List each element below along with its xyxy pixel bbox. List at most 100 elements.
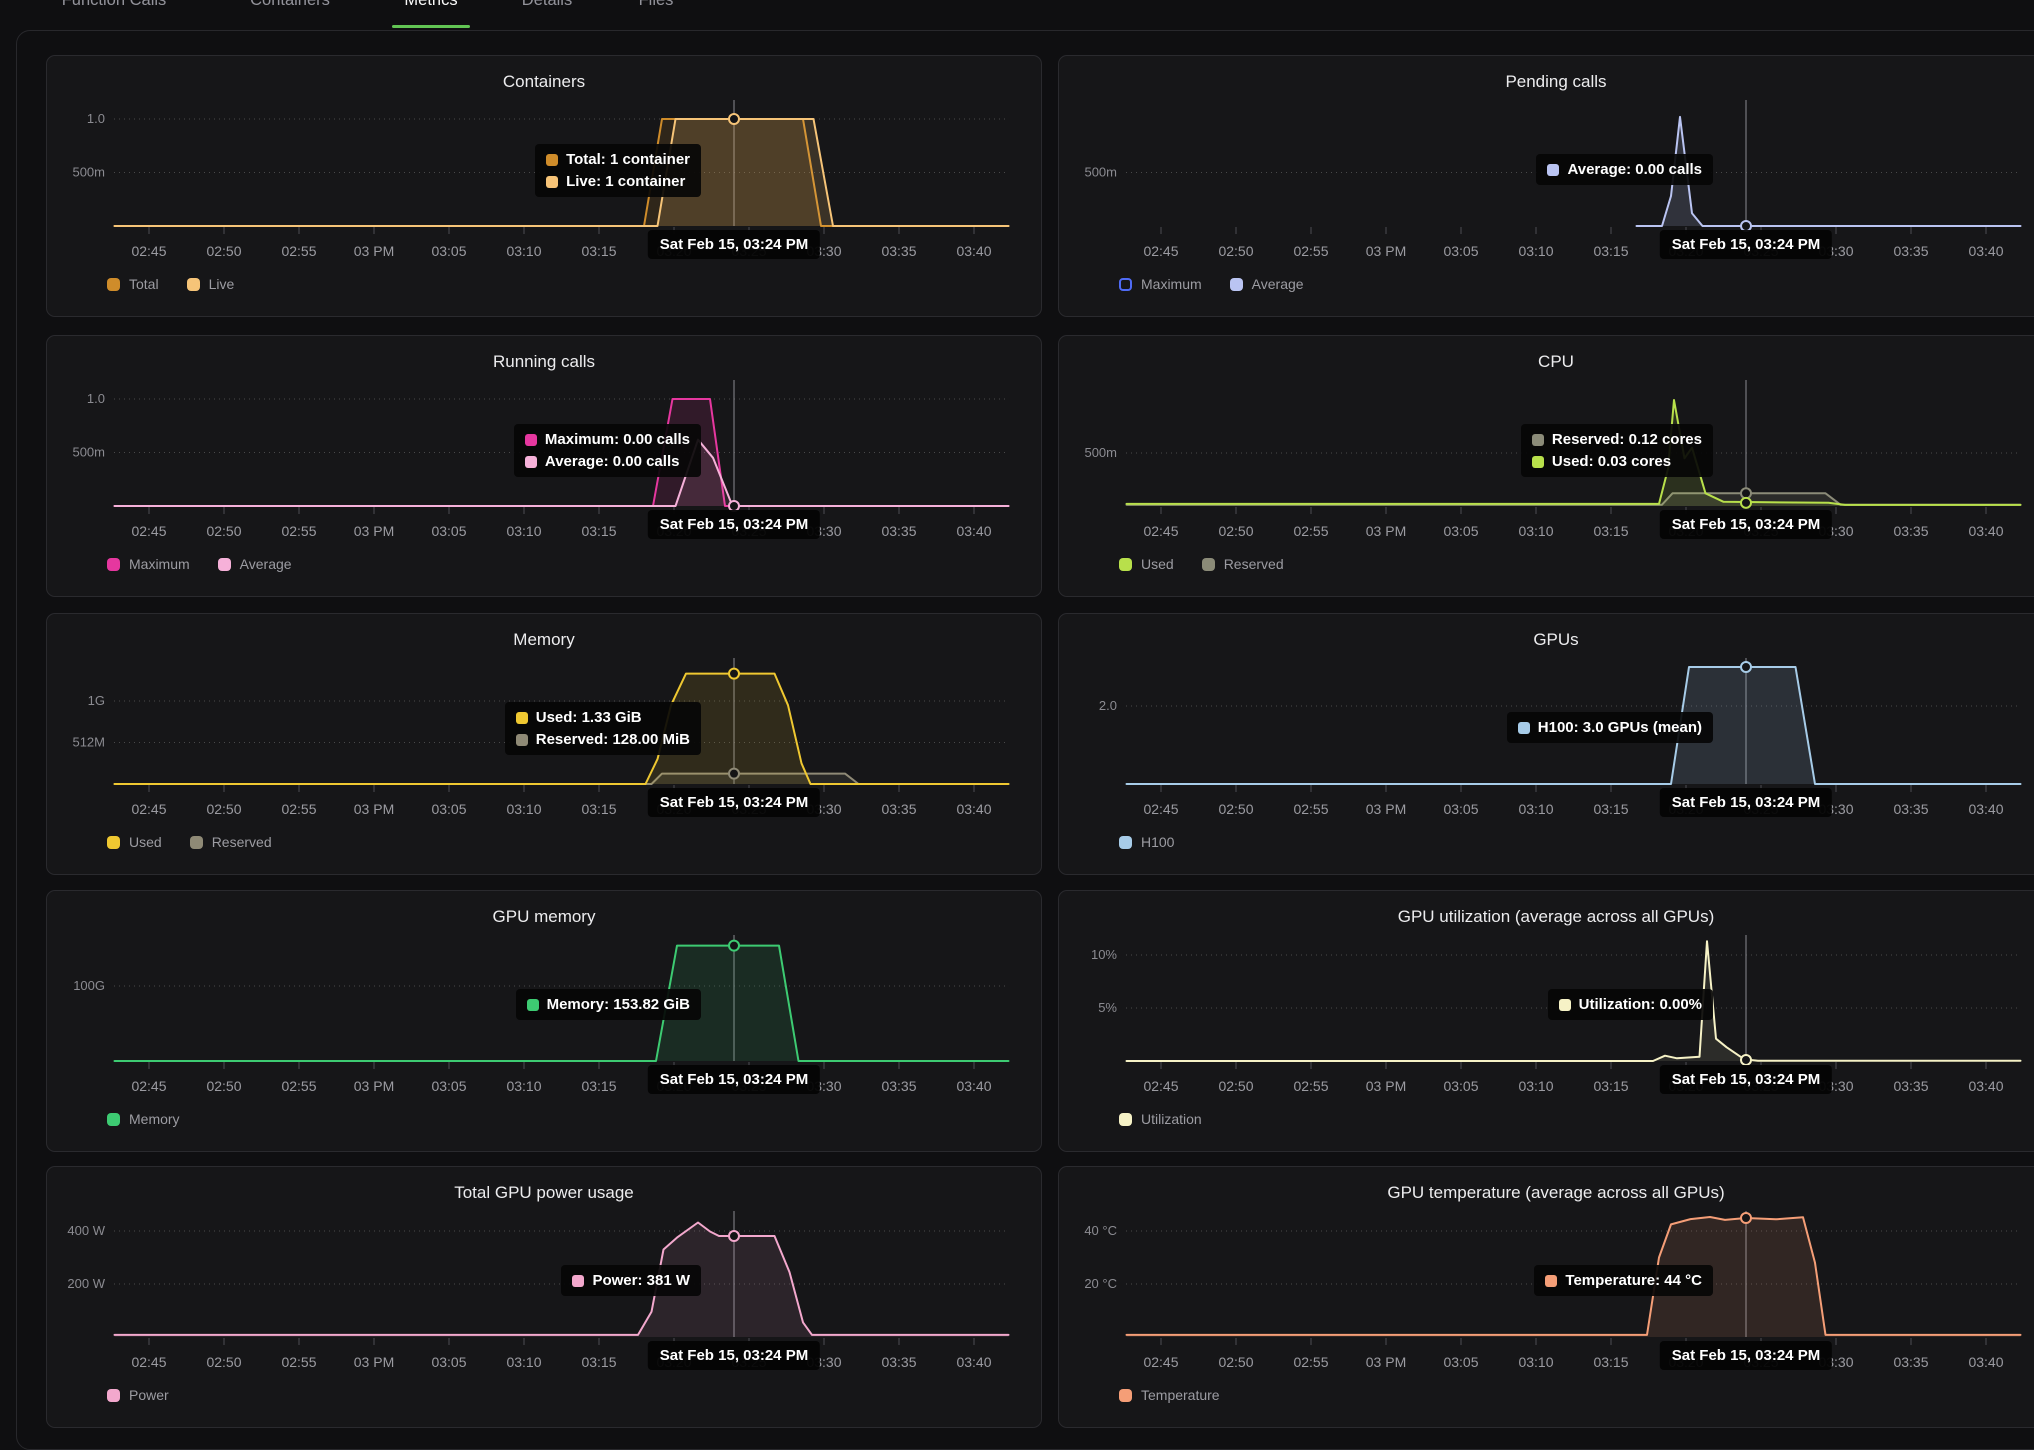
svg-text:03 PM: 03 PM xyxy=(354,1078,394,1094)
svg-text:02:45: 02:45 xyxy=(1143,1354,1178,1370)
legend-item[interactable]: Reserved xyxy=(190,834,272,850)
svg-text:03:05: 03:05 xyxy=(1443,1354,1478,1370)
chart-legend: Maximum Average xyxy=(1119,276,1304,292)
legend-item[interactable]: Utilization xyxy=(1119,1111,1202,1127)
series-swatch xyxy=(572,1275,584,1287)
legend-item[interactable]: Power xyxy=(107,1387,169,1403)
series-swatch xyxy=(546,176,558,188)
legend-item[interactable]: Memory xyxy=(107,1111,180,1127)
chart-tooltip: Memory: 153.82 GiB xyxy=(516,989,701,1020)
chart-tooltip: H100: 3.0 GPUs (mean) xyxy=(1507,712,1713,743)
svg-text:03:15: 03:15 xyxy=(581,523,616,539)
legend-label: Utilization xyxy=(1141,1111,1202,1127)
svg-text:500m: 500m xyxy=(1084,165,1117,180)
chart-tooltip: Used: 1.33 GiB Reserved: 128.00 MiB xyxy=(505,702,701,755)
tab-containers[interactable]: Containers xyxy=(250,0,330,10)
gpu-power-chart-canvas[interactable]: 400 W200 W02:4502:5002:5503 PM03:0503:10… xyxy=(47,1167,1042,1428)
chart-tooltip: Reserved: 0.12 cores Used: 0.03 cores xyxy=(1521,424,1713,477)
svg-text:500m: 500m xyxy=(72,165,105,180)
svg-text:02:50: 02:50 xyxy=(1218,1354,1253,1370)
svg-text:03:05: 03:05 xyxy=(431,1354,466,1370)
legend-item[interactable]: Average xyxy=(218,556,292,572)
tooltip-row: Memory: 153.82 GiB xyxy=(527,996,690,1013)
tab-files[interactable]: Files xyxy=(639,0,674,10)
chart-tooltip: Power: 381 W xyxy=(561,1265,701,1296)
tooltip-row: Reserved: 128.00 MiB xyxy=(516,731,690,748)
svg-text:02:45: 02:45 xyxy=(131,1078,166,1094)
legend-item[interactable]: Live xyxy=(187,276,235,292)
gpu-memory-chart-canvas[interactable]: 100G02:4502:5002:5503 PM03:0503:1003:150… xyxy=(47,891,1042,1152)
svg-text:03:40: 03:40 xyxy=(1968,1354,2003,1370)
legend-swatch xyxy=(218,558,231,571)
svg-text:03:15: 03:15 xyxy=(1593,523,1628,539)
svg-text:400 W: 400 W xyxy=(67,1223,105,1238)
svg-text:03:40: 03:40 xyxy=(956,801,991,817)
svg-text:03:05: 03:05 xyxy=(1443,801,1478,817)
tooltip-value: Live: 1 container xyxy=(566,173,685,190)
series-swatch xyxy=(1545,1275,1557,1287)
svg-text:02:55: 02:55 xyxy=(1293,523,1328,539)
svg-text:20 °C: 20 °C xyxy=(1084,1276,1117,1291)
legend-item[interactable]: Temperature xyxy=(1119,1387,1220,1403)
legend-swatch xyxy=(1119,278,1132,291)
tooltip-value: Used: 1.33 GiB xyxy=(536,709,642,726)
tooltip-value: Used: 0.03 cores xyxy=(1552,453,1671,470)
svg-text:02:55: 02:55 xyxy=(1293,243,1328,259)
tooltip-row: Live: 1 container xyxy=(546,173,690,190)
legend-item[interactable]: Total xyxy=(107,276,159,292)
svg-text:02:45: 02:45 xyxy=(1143,523,1178,539)
chart-tooltip: Total: 1 container Live: 1 container xyxy=(535,144,701,197)
legend-item[interactable]: Used xyxy=(107,834,162,850)
svg-text:200 W: 200 W xyxy=(67,1276,105,1291)
svg-text:03:35: 03:35 xyxy=(1893,523,1928,539)
legend-item[interactable]: Reserved xyxy=(1202,556,1284,572)
legend-item[interactable]: Average xyxy=(1230,276,1304,292)
svg-text:03:05: 03:05 xyxy=(431,1078,466,1094)
tooltip-value: Average: 0.00 calls xyxy=(1567,161,1702,178)
tooltip-value: Average: 0.00 calls xyxy=(545,453,680,470)
tab-metrics[interactable]: Metrics xyxy=(404,0,457,10)
legend-item[interactable]: Used xyxy=(1119,556,1174,572)
svg-text:03:10: 03:10 xyxy=(1518,523,1553,539)
svg-text:1.0: 1.0 xyxy=(87,111,105,126)
crosshair-date-label: Sat Feb 15, 03:24 PM xyxy=(648,788,820,817)
series-swatch xyxy=(525,456,537,468)
tooltip-row: Average: 0.00 calls xyxy=(1547,161,1702,178)
svg-text:512M: 512M xyxy=(72,735,105,750)
legend-label: Average xyxy=(240,556,292,572)
legend-swatch xyxy=(107,1389,120,1402)
legend-item[interactable]: Maximum xyxy=(1119,276,1202,292)
tooltip-value: Power: 381 W xyxy=(592,1272,690,1289)
crosshair-date-label: Sat Feb 15, 03:24 PM xyxy=(1660,230,1832,259)
chart-panel-gpu-temperature: 40 °C20 °C02:4502:5002:5503 PM03:0503:10… xyxy=(1058,1166,2034,1428)
tab-details[interactable]: Details xyxy=(522,0,572,10)
svg-text:03:05: 03:05 xyxy=(431,523,466,539)
svg-text:03:35: 03:35 xyxy=(881,1354,916,1370)
crosshair-date-label: Sat Feb 15, 03:24 PM xyxy=(648,510,820,539)
chart-panel-gpus: 2.002:4502:5002:5503 PM03:0503:1003:1503… xyxy=(1058,613,2034,875)
tab-function-calls[interactable]: Function Calls xyxy=(62,0,167,10)
legend-item[interactable]: H100 xyxy=(1119,834,1174,850)
svg-text:40 °C: 40 °C xyxy=(1084,1223,1117,1238)
tooltip-value: Maximum: 0.00 calls xyxy=(545,431,690,448)
crosshair-date-label: Sat Feb 15, 03:24 PM xyxy=(648,1065,820,1094)
tooltip-value: Memory: 153.82 GiB xyxy=(547,996,690,1013)
svg-text:1.0: 1.0 xyxy=(87,391,105,406)
svg-text:03:40: 03:40 xyxy=(1968,1078,2003,1094)
tooltip-row: Maximum: 0.00 calls xyxy=(525,431,690,448)
svg-text:02:50: 02:50 xyxy=(206,1078,241,1094)
chart-legend: Used Reserved xyxy=(107,834,272,850)
svg-text:03:40: 03:40 xyxy=(956,1354,991,1370)
legend-item[interactable]: Maximum xyxy=(107,556,190,572)
tooltip-row: Reserved: 0.12 cores xyxy=(1532,431,1702,448)
chart-legend: Utilization xyxy=(1119,1111,1202,1127)
chart-legend: Used Reserved xyxy=(1119,556,1284,572)
svg-text:10%: 10% xyxy=(1091,947,1117,962)
tooltip-row: Power: 381 W xyxy=(572,1272,690,1289)
chart-legend: Power xyxy=(107,1387,169,1403)
gpus-chart-canvas[interactable]: 2.002:4502:5002:5503 PM03:0503:1003:1503… xyxy=(1059,614,2034,875)
svg-text:02:50: 02:50 xyxy=(1218,523,1253,539)
gpu-utilization-chart-canvas[interactable]: 10%5%02:4502:5002:5503 PM03:0503:1003:15… xyxy=(1059,891,2034,1152)
tab-bar: Function Calls Containers Metrics Detail… xyxy=(0,0,2034,30)
tooltip-value: H100: 3.0 GPUs (mean) xyxy=(1538,719,1702,736)
